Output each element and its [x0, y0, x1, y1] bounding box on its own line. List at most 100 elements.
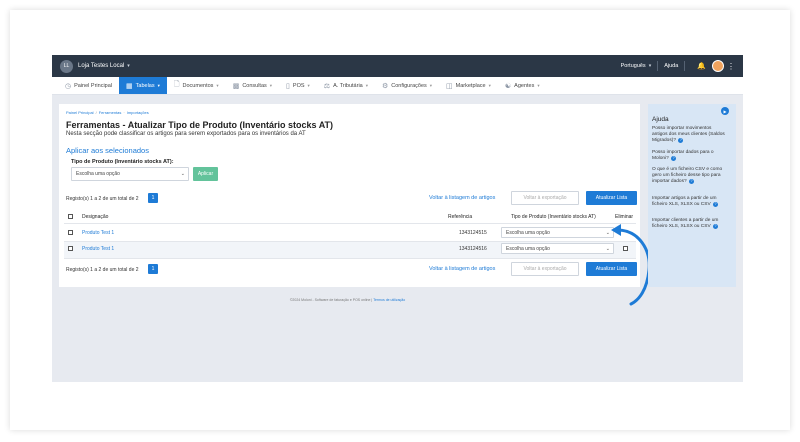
- apply-button[interactable]: Aplicar: [193, 167, 218, 181]
- column-header-reference: Referência: [448, 214, 473, 220]
- chart-icon: ▩: [232, 82, 240, 90]
- collapse-arrow-icon[interactable]: ▶: [721, 107, 729, 115]
- settings-icon: ⚙: [382, 82, 389, 90]
- question-icon: ?: [713, 224, 719, 229]
- row-product-type-select[interactable]: Escolha uma opção ⌄: [501, 227, 614, 238]
- help-link[interactable]: Posso importar movimentos antigos dos me…: [652, 126, 727, 144]
- menu-item-label: Marketplace: [455, 82, 486, 89]
- top-bar: LL Loja Testes Local ▾ Português ▾ Ajuda…: [52, 55, 743, 77]
- terms-link[interactable]: Termos de utilização: [373, 298, 405, 302]
- help-link[interactable]: Ajuda: [664, 63, 678, 69]
- app-window: LL Loja Testes Local ▾ Português ▾ Ajuda…: [52, 55, 743, 382]
- chevron-down-icon[interactable]: ▾: [127, 63, 130, 69]
- divider: [657, 61, 659, 71]
- help-link[interactable]: Importar artigos a partir de um ficheiro…: [652, 196, 727, 208]
- records-count: Registo(s) 1 a 2 de um total de 2: [66, 196, 139, 202]
- menu-item-label: Documentos: [182, 82, 214, 89]
- back-to-articles-link[interactable]: Voltar à listagem de artigos: [429, 195, 495, 201]
- row-checkbox[interactable]: [68, 230, 73, 235]
- more-vertical-icon[interactable]: ⋮: [727, 62, 735, 71]
- menu-item-queries[interactable]: ▩ Consultas ▾: [226, 77, 279, 94]
- product-reference: 1343124515: [459, 230, 487, 236]
- menu-item-label: Painel Principal: [74, 82, 113, 89]
- language-selector[interactable]: Português: [621, 63, 646, 69]
- divider: [684, 61, 686, 71]
- page-number-button[interactable]: 1: [148, 193, 158, 203]
- user-avatar[interactable]: [712, 60, 724, 72]
- product-reference: 1343124516: [459, 246, 487, 252]
- breadcrumb: Painel Principal / Ferramentas · Importações: [66, 110, 149, 115]
- back-to-export-button[interactable]: Voltar à exportação: [511, 262, 579, 276]
- chevron-down-icon: ⌄: [180, 171, 185, 177]
- menu-item-dashboard[interactable]: ◷ Painel Principal: [58, 77, 119, 94]
- select-value: Escolha uma opção: [76, 171, 120, 177]
- page-number-button[interactable]: 1: [148, 264, 158, 274]
- help-panel: ▶ Ajuda Posso importar movimentos antigo…: [648, 104, 736, 287]
- question-icon: ?: [689, 179, 695, 184]
- store-avatar[interactable]: LL: [60, 59, 73, 73]
- row-checkbox[interactable]: [68, 246, 73, 251]
- breadcrumb-item[interactable]: Ferramentas: [99, 110, 122, 115]
- section-heading: Aplicar aos selecionados: [66, 146, 149, 155]
- footer: ©2024 Moloni - Software de faturação e P…: [52, 298, 643, 302]
- chevron-down-icon[interactable]: ▾: [649, 63, 652, 69]
- page-subtitle: Nesta secção pode classificar os artigos…: [66, 131, 306, 137]
- help-title: Ajuda: [652, 116, 669, 123]
- question-icon: ?: [713, 202, 719, 207]
- table-icon: ▦: [126, 82, 133, 90]
- document-icon: 🗋: [173, 81, 180, 88]
- annotation-arrow: [611, 224, 651, 306]
- menu-item-label: Consultas: [242, 82, 267, 89]
- row-product-type-select[interactable]: Escolha uma opção ⌄: [501, 243, 614, 254]
- update-list-button[interactable]: Atualizar Lista: [586, 191, 637, 205]
- help-link[interactable]: Posso importar dados para o Moloni? ?: [652, 150, 727, 162]
- store-name[interactable]: Loja Testes Local: [78, 63, 124, 69]
- chevron-down-icon: ▾: [157, 82, 160, 88]
- product-type-select[interactable]: Escolha uma opção ⌄: [71, 167, 189, 181]
- help-link[interactable]: Importar clientes a partir de um ficheir…: [652, 218, 727, 230]
- menu-item-agents[interactable]: ☯ Agentes ▾: [498, 77, 547, 94]
- select-value: Escolha uma opção: [506, 245, 550, 252]
- chevron-down-icon: ▾: [488, 82, 491, 88]
- chevron-down-icon: ▾: [429, 82, 433, 88]
- main-panel: Painel Principal / Ferramentas · Importações…: [59, 104, 640, 287]
- product-name-link[interactable]: Produto Test 1: [82, 246, 114, 252]
- main-menu: ◷ Painel Principal ▦ Tabelas ▾ 🗋 Documen…: [52, 77, 743, 95]
- breadcrumb-item[interactable]: Painel Principal: [66, 110, 94, 115]
- dashboard-icon: ◷: [65, 82, 72, 90]
- page-title: Ferramentas - Atualizar Tipo de Produto …: [66, 120, 334, 130]
- menu-item-pos[interactable]: ▯ POS ▾: [279, 77, 317, 94]
- question-icon: ?: [671, 156, 677, 161]
- agents-icon: ☯: [504, 82, 512, 90]
- menu-item-tables[interactable]: ▦ Tabelas ▾: [119, 77, 167, 94]
- footer-text: ©2024 Moloni - Software de faturação e P…: [289, 298, 373, 302]
- menu-item-label: Tabelas: [135, 82, 155, 89]
- divider: [64, 258, 636, 259]
- product-type-label: Tipo de Produto (Inventário stocks AT):: [71, 159, 174, 165]
- select-all-checkbox[interactable]: [68, 214, 73, 219]
- question-icon: ?: [678, 138, 684, 143]
- records-count: Registo(s) 1 a 2 de um total de 2: [66, 267, 139, 273]
- tax-icon: ⚖: [323, 82, 331, 90]
- help-link[interactable]: O que é um ficheiro CSV e como gero um f…: [652, 167, 727, 185]
- bell-icon[interactable]: 🔔: [697, 62, 706, 70]
- menu-item-documents[interactable]: 🗋 Documentos ▾: [167, 77, 226, 94]
- select-value: Escolha uma opção: [506, 229, 550, 236]
- menu-item-tax-authority[interactable]: ⚖ A. Tributária ▾: [317, 77, 375, 94]
- menu-item-label: Agentes: [514, 82, 535, 89]
- back-to-export-button[interactable]: Voltar à exportação: [511, 191, 579, 205]
- chevron-down-icon: ▾: [216, 82, 219, 88]
- menu-item-settings[interactable]: ⚙ Configurações ▾: [375, 77, 439, 94]
- divider: [64, 223, 636, 224]
- chevron-down-icon: ▾: [365, 82, 368, 88]
- back-to-articles-link[interactable]: Voltar à listagem de artigos: [429, 266, 495, 272]
- menu-item-label: Configurações: [391, 82, 427, 89]
- breadcrumb-item[interactable]: Importações: [127, 110, 149, 115]
- product-name-link[interactable]: Produto Test 1: [82, 230, 114, 236]
- column-header-designation: Designação: [82, 214, 109, 220]
- menu-item-marketplace[interactable]: ◫ Marketplace ▾: [439, 77, 498, 94]
- chevron-down-icon: ▾: [537, 82, 540, 88]
- chevron-down-icon: ▾: [269, 82, 273, 88]
- column-header-product-type: Tipo de Produto (Inventário stocks AT): [511, 214, 596, 220]
- pos-icon: ▯: [286, 82, 290, 90]
